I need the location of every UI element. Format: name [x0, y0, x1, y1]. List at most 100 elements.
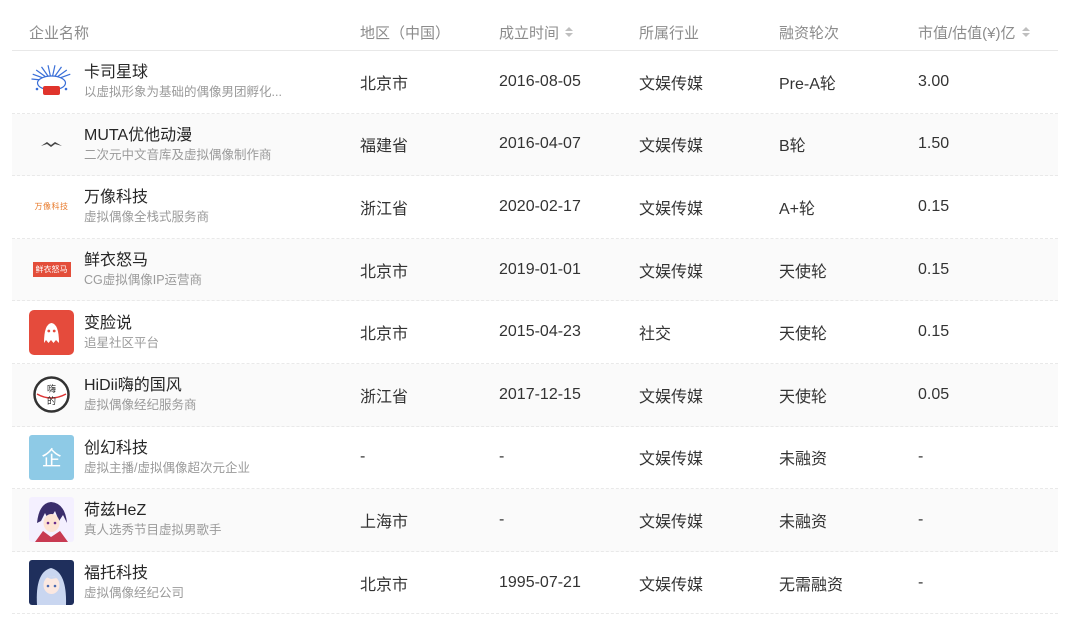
company-description: 虚拟偶像经纪公司 [84, 586, 185, 601]
founded-cell: 2019-01-01 [499, 260, 581, 278]
company-cell[interactable]: 福托科技虚拟偶像经纪公司 [12, 560, 360, 606]
table-header: 企业名称 地区（中国） 成立时间 所属行业 融资轮次 市值/估值(¥)亿 [12, 14, 1058, 51]
company-description: 真人选秀节目虚拟男歌手 [84, 523, 222, 538]
star-burst-logo[interactable] [29, 59, 74, 104]
valuation-cell: 0.15 [918, 197, 950, 215]
valuation-cell: - [918, 448, 924, 466]
header-region: 地区（中国） [360, 24, 451, 42]
table-row[interactable]: 福托科技 虚拟偶像经纪公司 北京市 1995-07-21 文娱传媒 无需融资 - [12, 552, 1058, 615]
company-cell[interactable]: 万像科技 万像科技 虚拟偶像全栈式服务商 [12, 184, 360, 229]
industry-cell: 文娱传媒 [639, 138, 704, 156]
round-cell: B轮 [779, 138, 806, 156]
company-description: 虚拟偶像经纪服务商 [84, 398, 197, 413]
region-cell: 浙江省 [360, 200, 409, 218]
company-name[interactable]: 荷兹HeZ [84, 501, 222, 520]
company-name[interactable]: 变脸说 [84, 314, 159, 333]
company-name[interactable]: 福托科技 [84, 564, 184, 583]
founded-cell: 2016-04-07 [499, 135, 581, 153]
company-cell[interactable]: 企 创幻科技虚拟主播/虚拟偶像超次元企业 [12, 434, 360, 480]
round-cell: 未融资 [779, 451, 828, 469]
industry-cell: 文娱传媒 [639, 263, 704, 281]
founded-cell: 2016-08-05 [499, 72, 581, 90]
round-cell: 天使轮 [779, 263, 828, 281]
round-cell: A+轮 [779, 200, 816, 218]
table-row[interactable]: 万像科技 万像科技 虚拟偶像全栈式服务商 浙江省 2020-02-17 文娱传媒 A+轮 0.… [12, 176, 1058, 239]
company-name[interactable]: MUTA优他动漫 [84, 126, 272, 145]
industry-cell: 社交 [639, 326, 672, 344]
table-body: 卡司星球 以虚拟形象为基础的偶像男团孵化... 北京市 2016-08-05 文娱传媒 P… [12, 51, 1058, 615]
table-row[interactable]: 荷兹HeZ 真人选秀节目虚拟男歌手 上海市 - 文娱传媒 未融资 - [12, 489, 1058, 552]
table-row[interactable]: MUTA优他动漫 二次元中文音库及虚拟偶像制作商 福建省 2016-04-07 文娱传媒… [12, 113, 1058, 177]
company-description: 虚拟偶像全栈式服务商 [84, 210, 210, 225]
ghost-logo[interactable] [29, 309, 74, 355]
company-description: 虚拟主播/虚拟偶像超次元企业 [84, 460, 250, 475]
svg-text:企: 企 [42, 446, 62, 470]
header-round: 融资轮次 [779, 24, 840, 42]
text-logo[interactable]: 万像科技 [29, 184, 74, 229]
industry-cell: 文娱传媒 [639, 451, 704, 469]
header-name: 企业名称 [29, 24, 90, 42]
sort-icon[interactable] [565, 27, 574, 37]
company-cell[interactable]: 变脸说 追星社区平台 [12, 309, 360, 355]
founded-cell: - [499, 510, 505, 528]
founded-cell: - [499, 448, 505, 466]
header-valuation-label: 市值/估值(¥)亿 [918, 24, 1016, 42]
industry-cell: 文娱传媒 [639, 513, 704, 531]
region-cell: 北京市 [360, 576, 409, 594]
industry-cell: 文娱传媒 [639, 75, 704, 93]
table-row[interactable]: 变脸说 追星社区平台 北京市 2015-04-23 社交 天使轮 0.15 [12, 301, 1058, 364]
placeholder-logo[interactable]: 企 [29, 434, 74, 480]
region-cell: 北京市 [360, 326, 409, 344]
company-description: 以虚拟形象为基础的偶像男团孵化... [84, 85, 282, 100]
region-cell: - [360, 448, 366, 466]
round-cell: 无需融资 [779, 576, 844, 594]
company-cell[interactable]: 嗨的 HiDii嗨的国风虚拟偶像经纪服务商 [12, 372, 360, 417]
company-name[interactable]: 创幻科技 [84, 439, 250, 458]
round-cell: 天使轮 [779, 326, 828, 344]
valuation-cell: - [918, 510, 924, 528]
company-cell[interactable]: 卡司星球以虚拟形象为基础的偶像男团孵化... [12, 59, 360, 104]
logo-text: 万像科技 [34, 202, 69, 212]
table-row[interactable]: 企 创幻科技虚拟主播/虚拟偶像超次元企业 - - 文娱传媒 未融资 - [12, 427, 1058, 490]
round-cell: 未融资 [779, 513, 828, 531]
round-cell: 天使轮 [779, 388, 828, 406]
industry-cell: 文娱传媒 [639, 576, 704, 594]
table-row[interactable]: 鲜衣怒马 鲜衣怒马 CG虚拟偶像IP运营商 北京市 2019-01-01 文娱传媒 天使轮 0… [12, 238, 1058, 302]
company-cell[interactable]: MUTA优他动漫二次元中文音库及虚拟偶像制作商 [12, 122, 360, 167]
bird-logo[interactable] [29, 122, 74, 167]
company-name[interactable]: HiDii嗨的国风 [84, 376, 197, 395]
founded-cell: 1995-07-21 [499, 573, 581, 591]
header-valuation[interactable]: 市值/估值(¥)亿 [918, 22, 1058, 43]
valuation-cell: 0.05 [918, 385, 950, 403]
company-description: 二次元中文音库及虚拟偶像制作商 [84, 147, 272, 162]
anime-girl-logo[interactable] [29, 560, 74, 606]
region-cell: 北京市 [360, 263, 409, 281]
industry-cell: 文娱传媒 [639, 200, 704, 218]
sort-icon[interactable] [1021, 27, 1030, 37]
seal-logo[interactable]: 嗨的 [29, 372, 74, 417]
text-badge-logo[interactable]: 鲜衣怒马 [29, 247, 74, 292]
company-name[interactable]: 万像科技 [84, 188, 209, 207]
company-description: CG虚拟偶像IP运营商 [84, 273, 203, 288]
logo-text: 鲜衣怒马 [32, 262, 71, 278]
valuation-cell: 1.50 [918, 135, 950, 153]
svg-text:的: 的 [47, 395, 56, 407]
region-cell: 浙江省 [360, 388, 409, 406]
valuation-cell: - [918, 573, 924, 591]
valuation-cell: 0.15 [918, 260, 950, 278]
company-cell[interactable]: 鲜衣怒马 鲜衣怒马 CG虚拟偶像IP运营商 [12, 247, 360, 292]
header-founded[interactable]: 成立时间 [499, 22, 639, 43]
table-row[interactable]: 卡司星球 以虚拟形象为基础的偶像男团孵化... 北京市 2016-08-05 文娱传媒 P… [12, 51, 1058, 114]
region-cell: 北京市 [360, 75, 409, 93]
table-row[interactable]: 嗨的 HiDii嗨的国风 虚拟偶像经纪服务商 浙江省 2017-12-15 文娱传媒 天使轮… [12, 363, 1058, 427]
company-cell[interactable]: 荷兹HeZ 真人选秀节目虚拟男歌手 [12, 497, 360, 543]
region-cell: 上海市 [360, 513, 409, 531]
company-table: 企业名称 地区（中国） 成立时间 所属行业 融资轮次 市值/估值(¥)亿 卡司星… [12, 14, 1058, 615]
anime-boy-logo[interactable] [29, 497, 74, 543]
header-industry: 所属行业 [639, 24, 700, 42]
svg-text:嗨: 嗨 [47, 383, 56, 395]
company-name[interactable]: 卡司星球 [84, 63, 282, 82]
company-name[interactable]: 鲜衣怒马 [84, 251, 202, 270]
founded-cell: 2020-02-17 [499, 197, 581, 215]
region-cell: 福建省 [360, 138, 409, 156]
